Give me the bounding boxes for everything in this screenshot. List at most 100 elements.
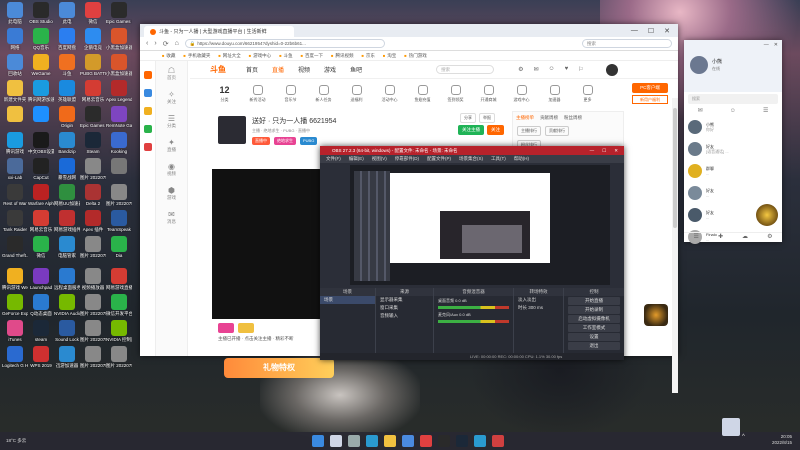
- category-item[interactable]: 签到领奖: [441, 81, 470, 107]
- system-clock[interactable]: 20:05 2022/8/15: [772, 434, 792, 446]
- desktop-icon[interactable]: 网络: [2, 28, 28, 50]
- desktop-icon[interactable]: 网易云音乐: [80, 80, 106, 102]
- desktop-icon[interactable]: 电脑管家: [54, 236, 80, 258]
- desktop-icon[interactable]: QQ音乐: [28, 28, 54, 50]
- stream-tag[interactable]: PUBG: [300, 136, 318, 145]
- category-item[interactable]: 音乐节: [276, 81, 305, 107]
- qq-minimize-icon[interactable]: —: [764, 42, 769, 48]
- back-icon[interactable]: ‹: [146, 40, 148, 47]
- qq-space-icon[interactable]: ☰: [763, 106, 768, 116]
- desktop-icon[interactable]: 中文OBS设置: [28, 132, 54, 154]
- close-icon[interactable]: ✕: [664, 27, 670, 35]
- pc-client-button[interactable]: PC客户端: [632, 83, 668, 93]
- desktop-icon[interactable]: 微信: [80, 2, 106, 24]
- desktop-icon[interactable]: OBS Studio: [28, 2, 54, 24]
- gift-icon-2[interactable]: [238, 323, 254, 333]
- edge-icon[interactable]: [366, 435, 378, 447]
- transition-select[interactable]: 淡入淡出: [514, 296, 563, 304]
- category-item[interactable]: 鱼翅充值: [408, 81, 437, 107]
- url-input[interactable]: 🔒 https://www.douyu.com/6621954?dyshid=0-…: [184, 39, 385, 48]
- obs-menu-item[interactable]: 工具(T): [491, 155, 506, 163]
- obs-menu-item[interactable]: 场景集合(S): [459, 155, 483, 163]
- settings-icon[interactable]: ⚙: [518, 66, 523, 73]
- qq-settings-icon[interactable]: ⚙: [767, 233, 772, 242]
- desktop-icon[interactable]: 远程桌面服务: [54, 268, 80, 290]
- desktop-icon[interactable]: Apex Legends: [106, 80, 132, 102]
- report-button[interactable]: 举报: [479, 113, 495, 123]
- user-avatar[interactable]: [605, 63, 618, 76]
- desktop-icon[interactable]: 腾讯游戏: [2, 132, 28, 154]
- nav-home[interactable]: 首页: [246, 65, 258, 74]
- explorer-icon[interactable]: [384, 435, 396, 447]
- desktop-icon[interactable]: Bandizip: [54, 132, 80, 154]
- stream-tag[interactable]: 绝地求生: [274, 136, 296, 145]
- desktop-icon[interactable]: 视频播放器: [80, 268, 106, 290]
- sidebar-app-icon[interactable]: [143, 125, 152, 133]
- desktop-icon[interactable]: 图片 2022075...: [80, 158, 106, 180]
- obs-menu-item[interactable]: 编辑(E): [349, 155, 364, 163]
- desktop-icon[interactable]: 小黑盒加速器: [106, 54, 132, 76]
- desktop-icon[interactable]: Delta 2: [80, 184, 106, 206]
- desktop-icon[interactable]: [2, 106, 28, 123]
- category-item[interactable]: 加速器: [540, 81, 569, 107]
- desktop-icon[interactable]: 回收站: [2, 54, 28, 76]
- sidebar-item[interactable]: ✧ 关注: [156, 85, 187, 109]
- obs-menu-item[interactable]: 停靠部件(D): [395, 155, 419, 163]
- desktop-icon[interactable]: 百度网盘: [54, 28, 80, 50]
- desktop-icon[interactable]: RemNote Gaming: [106, 106, 132, 128]
- category-item[interactable]: 游戏中心: [507, 81, 536, 107]
- transition-duration[interactable]: 时长 300 ms: [514, 304, 563, 312]
- obs-menu-item[interactable]: 配置文件(P): [427, 155, 451, 163]
- smile-icon[interactable]: ☺: [549, 66, 555, 73]
- source-item[interactable]: 显示器采集: [376, 296, 433, 304]
- source-item[interactable]: 窗口采集: [376, 304, 433, 312]
- desktop-icon[interactable]: 图片 2022075...: [80, 320, 106, 342]
- desktop-icon[interactable]: 此电: [54, 2, 80, 24]
- category-item[interactable]: 活动中心: [375, 81, 404, 107]
- forward-icon[interactable]: ›: [154, 40, 156, 47]
- obs-menu-item[interactable]: 帮助(H): [514, 155, 529, 163]
- douyu-logo[interactable]: 斗鱼: [210, 64, 226, 75]
- qq-search-input[interactable]: 搜索: [688, 94, 778, 104]
- sidebar-item[interactable]: ✉ 消息: [156, 205, 187, 229]
- desktop-icon[interactable]: 暴雪战网: [54, 158, 80, 180]
- studio-mode-button[interactable]: 工作室模式: [568, 324, 620, 332]
- obs-preview[interactable]: [350, 165, 610, 285]
- store-icon[interactable]: [402, 435, 414, 447]
- refresh-icon[interactable]: ⟳: [163, 40, 169, 48]
- search-icon[interactable]: [330, 435, 342, 447]
- follow-button[interactable]: 关注: [487, 125, 504, 135]
- steam-icon[interactable]: [456, 435, 468, 447]
- qq-messages-icon[interactable]: ✉: [698, 106, 703, 116]
- desktop-icon[interactable]: 网易云音乐: [28, 210, 54, 232]
- scene-item[interactable]: 场景: [320, 296, 375, 304]
- bookmark-link[interactable]: 斗鱼: [279, 53, 293, 59]
- desktop-icon[interactable]: 网易游戏直播平台: [106, 268, 132, 290]
- browser-tab-active[interactable]: 斗鱼 - 只为一人播 | 大型游戏直播平台 | 生活新鲜: [144, 26, 294, 37]
- virtual-camera-button[interactable]: 启动虚拟摄像机: [568, 315, 620, 323]
- desktop-icon[interactable]: GeForce Experience: [2, 294, 28, 316]
- qq-contacts-icon[interactable]: ☺: [730, 106, 736, 116]
- rank-tab-fans[interactable]: 粉丝周榜: [564, 115, 582, 121]
- heart-icon[interactable]: ♥: [565, 66, 569, 73]
- rank-tab-contrib[interactable]: 贡献周榜: [540, 115, 558, 121]
- qq-add-icon[interactable]: ✚: [718, 233, 723, 242]
- start-streaming-button[interactable]: 开始直播: [568, 297, 620, 305]
- bookmark-link[interactable]: 收藏: [162, 53, 175, 59]
- desktop-icon[interactable]: 图片 2022075...: [80, 346, 106, 368]
- nav-video[interactable]: 视频: [298, 65, 310, 74]
- contact-item[interactable]: 好友 [语音通话] ...: [684, 138, 782, 160]
- message-icon[interactable]: ✉: [533, 66, 538, 73]
- volume-meter[interactable]: [438, 320, 509, 323]
- sidebar-item[interactable]: ☖ 首页: [156, 61, 187, 85]
- desktop-icon[interactable]: 斗鱼: [54, 54, 80, 76]
- desktop-icon[interactable]: Logitech G HUB: [2, 346, 28, 368]
- desktop-icon[interactable]: 图片 2022075...: [106, 184, 132, 206]
- desktop-icon[interactable]: Dia: [106, 236, 132, 258]
- desktop-icon[interactable]: 此电脑: [2, 2, 28, 24]
- sidebar-fav-icon[interactable]: [143, 71, 152, 79]
- bookmark-link[interactable]: 网址大全: [218, 53, 241, 59]
- category-item[interactable]: 更多: [573, 81, 602, 107]
- obs-icon[interactable]: [438, 435, 450, 447]
- bookmark-link[interactable]: 腾讯视频: [331, 53, 353, 59]
